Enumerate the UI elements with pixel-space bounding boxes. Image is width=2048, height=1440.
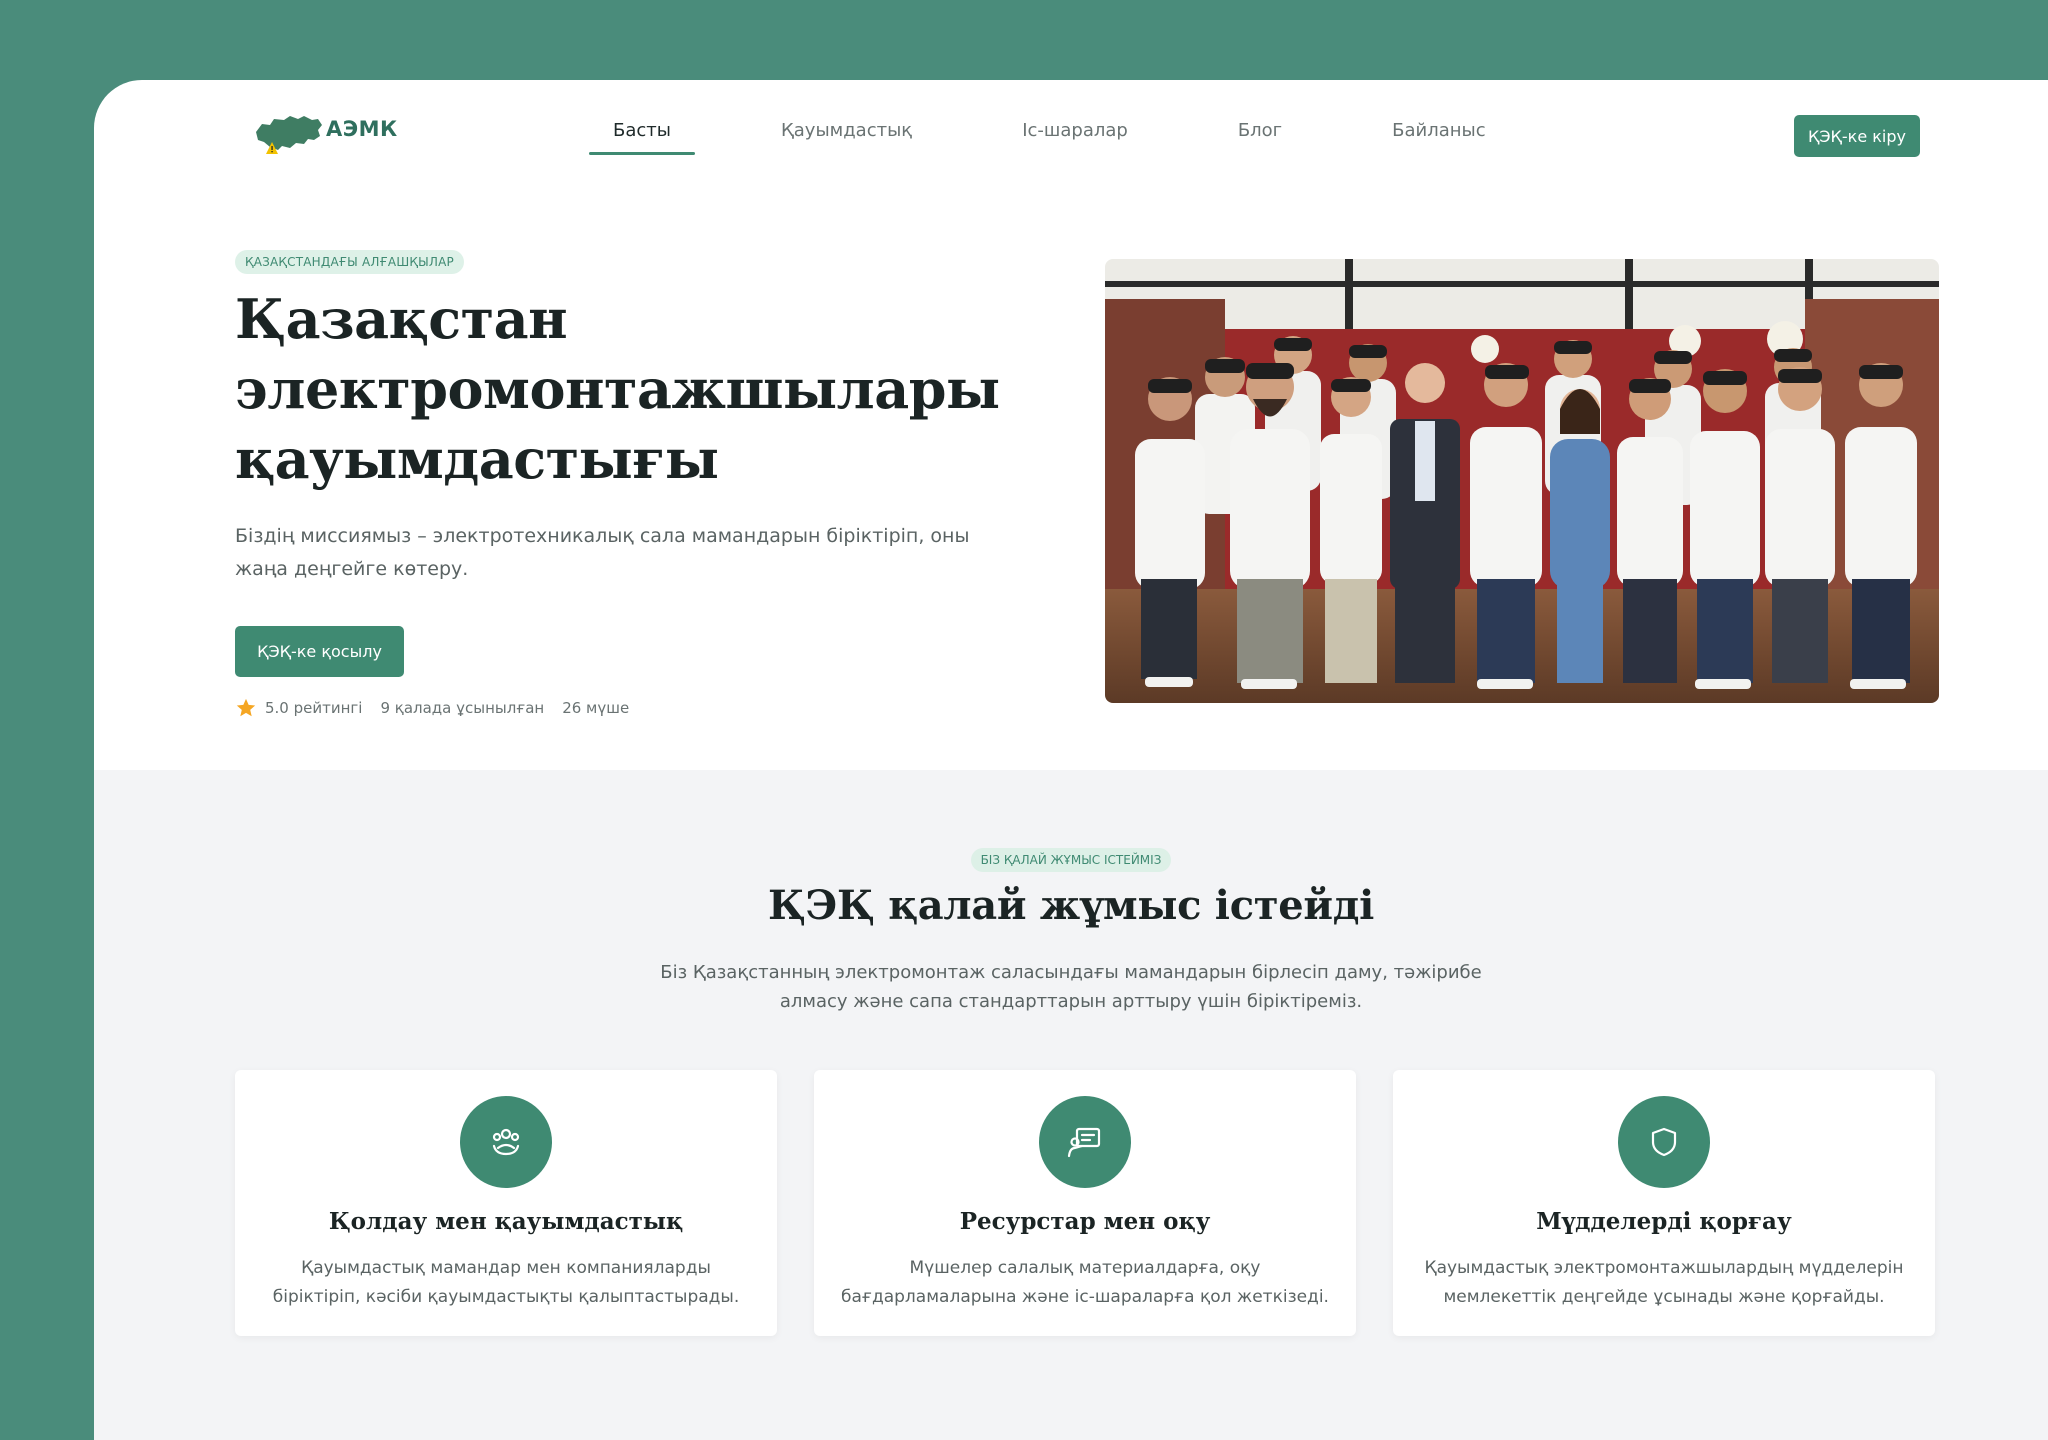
kazakhstan-map-icon	[256, 116, 322, 154]
feature-card-text: Мүшелер салалық материалдарға, оқу бағда…	[841, 1258, 1329, 1307]
how-badge-wrap: БІЗ ҚАЛАЙ ЖҰМЫС ІСТЕЙМІЗ	[94, 848, 2048, 872]
join-button[interactable]: ҚЭҚ-ке қосылу	[235, 626, 404, 677]
hero-group-photo	[1105, 259, 1939, 703]
nav-item-community[interactable]: Қауымдастық	[757, 120, 936, 155]
feature-card-resources: Ресурстар мен оқу Мүшелер салалық матери…	[814, 1070, 1356, 1336]
group-photo-image	[1105, 259, 1939, 703]
logo-text: АЭМК	[326, 117, 398, 141]
feature-card-title: Қолдау мен қауымдастық	[328, 1208, 684, 1235]
feature-card-title: Ресурстар мен оқу	[959, 1208, 1211, 1235]
feature-card-title: Мүдделерді қорғау	[1536, 1208, 1792, 1235]
star-icon	[236, 698, 256, 717]
hero-title-line: Қазақстан	[235, 287, 568, 351]
page-frame: АЭМК Басты Қауымдастық Іс-шаралар Блог Б…	[94, 80, 2048, 1440]
how-it-works-section: БІЗ ҚАЛАЙ ЖҰМЫС ІСТЕЙМІЗ ҚЭҚ қалай жұмыс…	[94, 770, 2048, 1440]
hero-subtitle: Біздің миссиямыз – электротехникалық сал…	[235, 525, 970, 580]
logo[interactable]: АЭМК	[252, 110, 398, 158]
how-badge: БІЗ ҚАЛАЙ ЖҰМЫС ІСТЕЙМІЗ	[970, 848, 1172, 872]
nav-item-events[interactable]: Іс-шаралар	[998, 120, 1152, 155]
hero-title-line: электромонтажшылары	[235, 357, 1000, 421]
stat-rating: 5.0 рейтингі	[235, 697, 362, 719]
feature-cards: Қолдау мен қауымдастық Қауымдастық маман…	[235, 1070, 1935, 1336]
nav-item-blog[interactable]: Блог	[1214, 120, 1306, 155]
shield-icon	[1618, 1096, 1710, 1188]
feature-card-protection: Мүдделерді қорғау Қауымдастық электромон…	[1393, 1070, 1935, 1336]
learning-icon	[1039, 1096, 1131, 1188]
nav-links: Басты Қауымдастық Іс-шаралар Блог Байлан…	[589, 120, 1572, 155]
login-button[interactable]: ҚЭҚ-ке кіру	[1794, 115, 1920, 157]
hero-stats: 5.0 рейтингі 9 қалада ұсынылған 26 мүше	[235, 697, 1055, 719]
nav-item-home[interactable]: Басты	[589, 120, 695, 155]
stat-cities: 9 қалада ұсынылған	[380, 699, 545, 717]
feature-card-text: Қауымдастық мамандар мен компанияларды б…	[272, 1258, 740, 1307]
hero-content: ҚАЗАҚСТАНДАҒЫ АЛҒАШҚЫЛАР Қазақстан элект…	[235, 250, 1055, 719]
hero-badge: ҚАЗАҚСТАНДАҒЫ АЛҒАШҚЫЛАР	[235, 250, 464, 274]
stat-members: 26 мүше	[562, 699, 630, 717]
feature-card-support: Қолдау мен қауымдастық Қауымдастық маман…	[235, 1070, 777, 1336]
nav-item-contacts[interactable]: Байланыс	[1368, 120, 1510, 155]
feature-card-text: Қауымдастық электромонтажшылардың мүддел…	[1424, 1258, 1904, 1307]
community-icon	[460, 1096, 552, 1188]
hero-title-line: қауымдастығы	[235, 427, 719, 491]
how-subtitle: Біз Қазақстанның электромонтаж саласында…	[660, 962, 1482, 1012]
hero-title: Қазақстан электромонтажшылары қауымдасты…	[235, 284, 1055, 494]
how-title: ҚЭҚ қалай жұмыс істейді	[767, 882, 1375, 929]
stat-rating-text: 5.0 рейтингі	[265, 699, 363, 717]
top-nav: АЭМК Басты Қауымдастық Іс-шаралар Блог Б…	[94, 80, 2048, 190]
